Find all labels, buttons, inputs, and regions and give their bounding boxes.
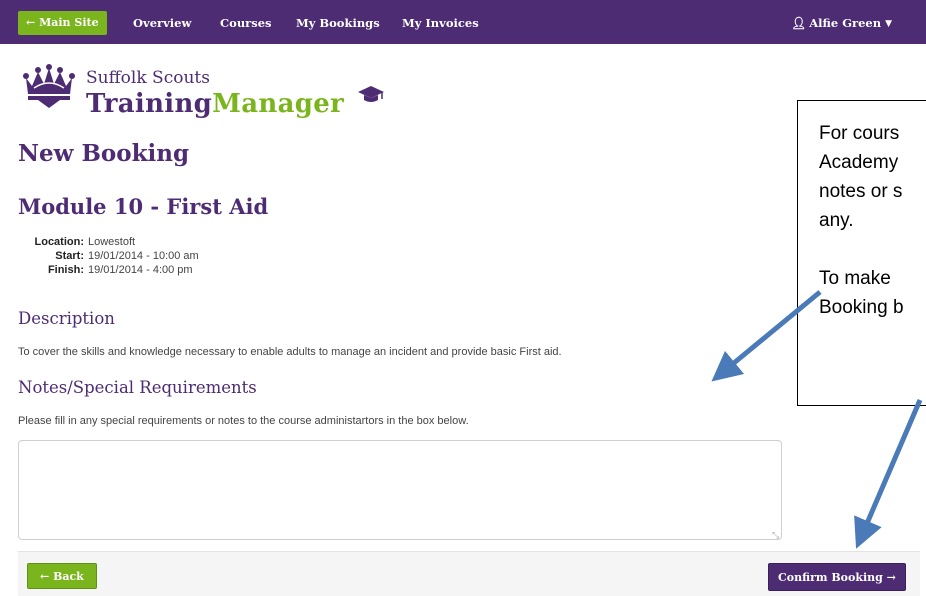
course-title: Module 10 - First Aid: [18, 194, 269, 219]
detail-value: 19/01/2014 - 10:00 am: [88, 250, 199, 262]
confirm-label: Confirm Booking: [778, 571, 883, 584]
notes-instructions: Please fill in any special requirements …: [18, 415, 469, 427]
graduation-cap-icon: [358, 86, 384, 102]
nav-my-invoices[interactable]: My Invoices: [402, 13, 479, 33]
top-navbar: ← Main Site Overview Courses My Bookings…: [0, 0, 926, 44]
caret-down-icon: ▼: [885, 19, 893, 29]
detail-label: Location:: [34, 236, 85, 248]
detail-label: Start:: [55, 250, 84, 262]
callout-text: For cours Academy notes or s any. To mak…: [819, 119, 926, 322]
logo-title: TrainingManager: [86, 89, 344, 119]
form-actions-bar: ← Back Confirm Booking →: [18, 551, 920, 596]
arrow-left-icon: ←: [26, 16, 36, 29]
callout-line: Academy: [819, 152, 899, 173]
main-site-button[interactable]: ← Main Site: [18, 11, 107, 35]
resize-handle-icon[interactable]: ⤡: [772, 530, 779, 541]
detail-value: 19/01/2014 - 4:00 pm: [88, 264, 193, 276]
main-site-label: Main Site: [39, 16, 99, 29]
logo-title-part2: Manager: [212, 89, 345, 119]
user-menu[interactable]: 👤︎ Alfie Green ▼: [791, 13, 892, 34]
logo-subtitle: Suffolk Scouts: [86, 68, 210, 88]
callout-line: For cours: [819, 123, 900, 144]
confirm-booking-button[interactable]: Confirm Booking →: [768, 563, 906, 591]
crown-logo-icon: [23, 64, 75, 108]
course-details: Location: Lowestoft Start: 19/01/2014 - 10…: [22, 235, 199, 277]
arrow-left-icon: ←: [40, 570, 50, 583]
description-text: To cover the skills and knowledge necess…: [18, 346, 562, 358]
page-title: New Booking: [18, 140, 190, 167]
arrow-right-icon: →: [886, 571, 896, 584]
detail-value: Lowestoft: [88, 236, 136, 248]
notes-textarea[interactable]: [18, 440, 782, 540]
back-button[interactable]: ← Back: [27, 563, 97, 589]
detail-start: Start: 19/01/2014 - 10:00 am: [22, 249, 199, 263]
nav-courses[interactable]: Courses: [220, 13, 272, 33]
user-name: Alfie Green: [809, 16, 882, 30]
detail-label: Finish:: [47, 264, 84, 276]
back-label: Back: [53, 570, 84, 583]
description-heading: Description: [18, 309, 115, 328]
annotation-arrow-to-confirm: [854, 399, 923, 549]
logo-title-part1: Training: [86, 89, 213, 119]
callout-line: Booking b: [819, 297, 904, 318]
callout-line: any.: [819, 210, 854, 231]
detail-location: Location: Lowestoft: [22, 235, 199, 249]
detail-finish: Finish: 19/01/2014 - 4:00 pm: [22, 263, 199, 277]
callout-line: notes or s: [819, 181, 903, 202]
callout-line: To make: [819, 268, 891, 289]
user-icon: 👤︎: [791, 16, 807, 30]
nav-my-bookings[interactable]: My Bookings: [296, 13, 380, 33]
nav-overview[interactable]: Overview: [133, 13, 191, 33]
notes-heading: Notes/Special Requirements: [18, 378, 257, 397]
annotation-callout: For cours Academy notes or s any. To mak…: [797, 100, 926, 406]
site-logo[interactable]: Suffolk Scouts TrainingManager: [20, 64, 390, 124]
